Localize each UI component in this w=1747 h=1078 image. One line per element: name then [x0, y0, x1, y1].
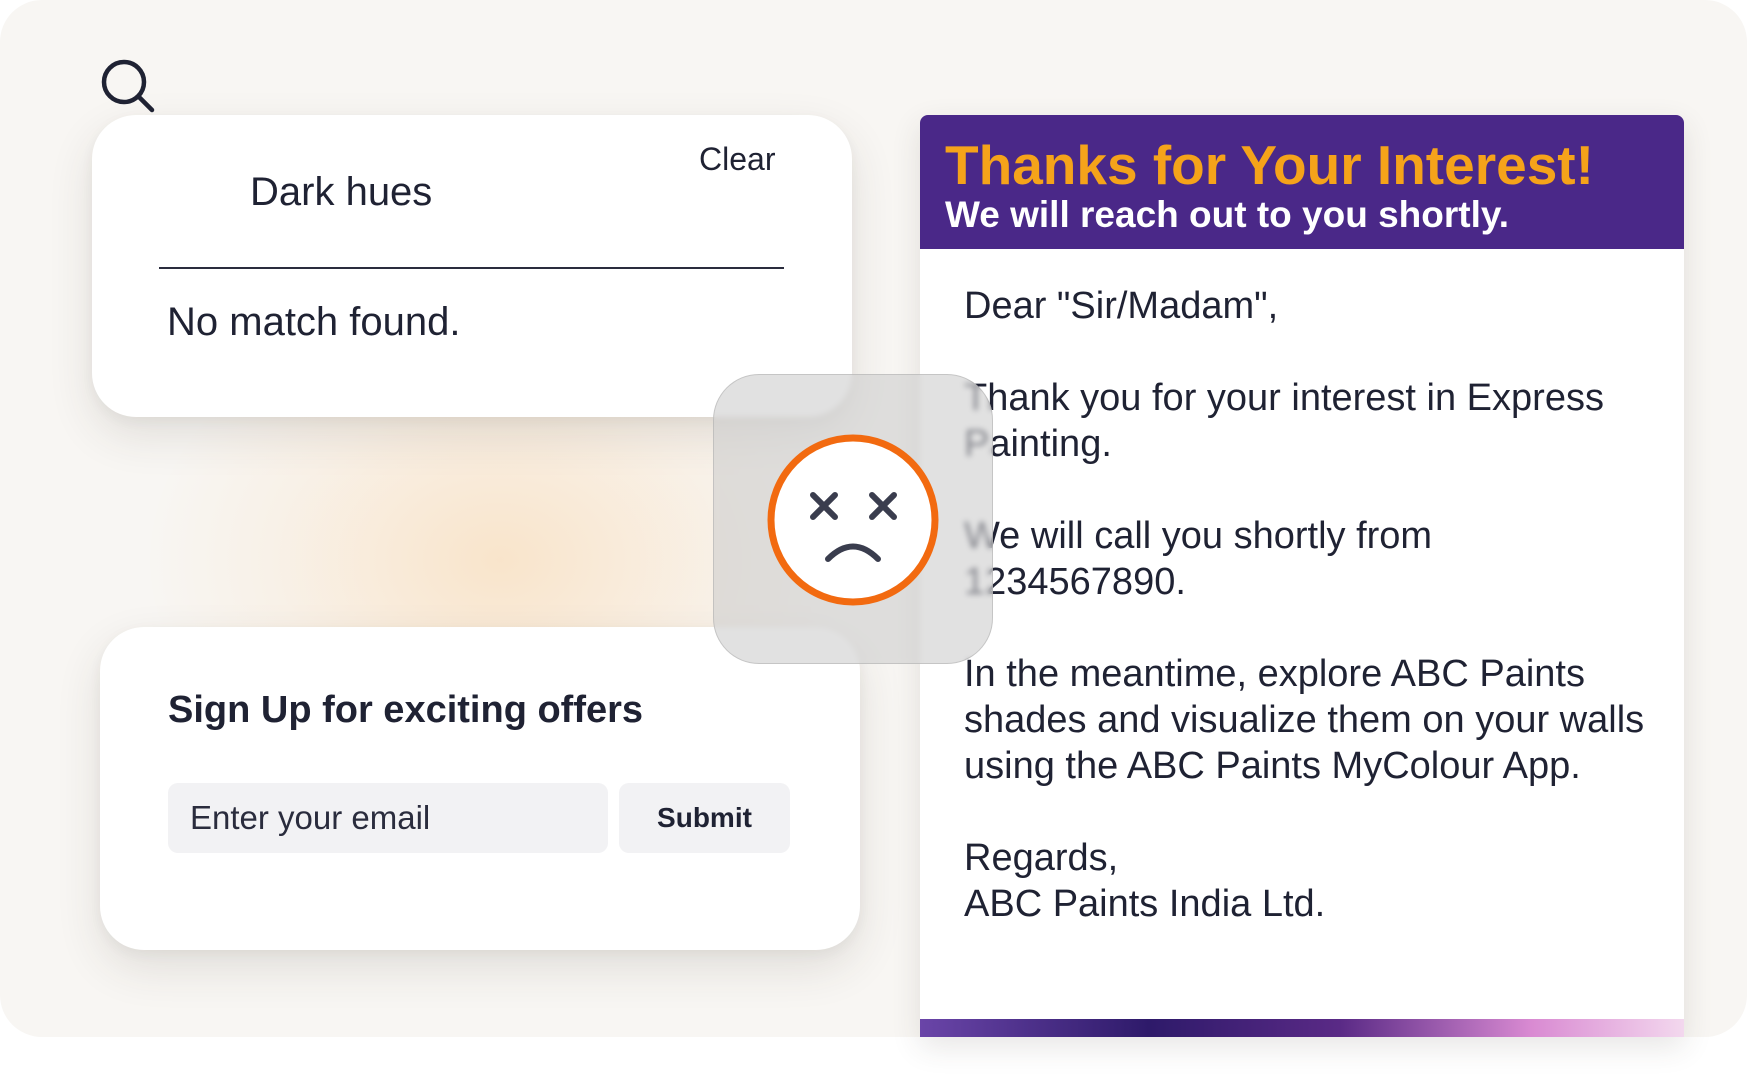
search-card: Clear No match found. — [92, 115, 852, 417]
signup-title: Sign Up for exciting offers — [168, 689, 644, 731]
letter-paragraph: Thank you for your interest in Express P… — [964, 377, 1604, 465]
no-match-message: No match found. — [167, 300, 461, 344]
search-input[interactable]: Dark hues — [250, 170, 432, 215]
letter-title: Thanks for Your Interest! — [945, 134, 1594, 196]
email-field[interactable] — [168, 783, 608, 853]
letter-greeting: Dear "Sir/Madam", — [964, 285, 1279, 327]
signup-card: Sign Up for exciting offers Submit — [100, 627, 860, 950]
clear-button[interactable]: Clear — [699, 141, 775, 178]
gradient-footer-bar — [920, 1019, 1684, 1037]
letter-signoff: Regards, — [964, 837, 1119, 879]
letter-subtitle: We will reach out to you shortly. — [945, 194, 1509, 235]
letter-header: Thanks for Your Interest! We will reach … — [920, 115, 1684, 249]
submit-button[interactable]: Submit — [619, 783, 790, 853]
search-icon — [101, 59, 155, 113]
sad-face-icon — [767, 434, 939, 606]
letter-company: ABC Paints India Ltd. — [964, 883, 1326, 925]
confirmation-letter: Thanks for Your Interest! We will reach … — [920, 115, 1684, 1037]
letter-paragraph: We will call you shortly from 1234567890… — [964, 515, 1433, 603]
letter-paragraph: In the meantime, explore ABC Paints shad… — [964, 653, 1645, 787]
letter-signature: Regards, ABC Paints India Ltd. — [964, 835, 1654, 927]
letter-body: Dear "Sir/Madam", Thank you for your int… — [964, 283, 1654, 927]
